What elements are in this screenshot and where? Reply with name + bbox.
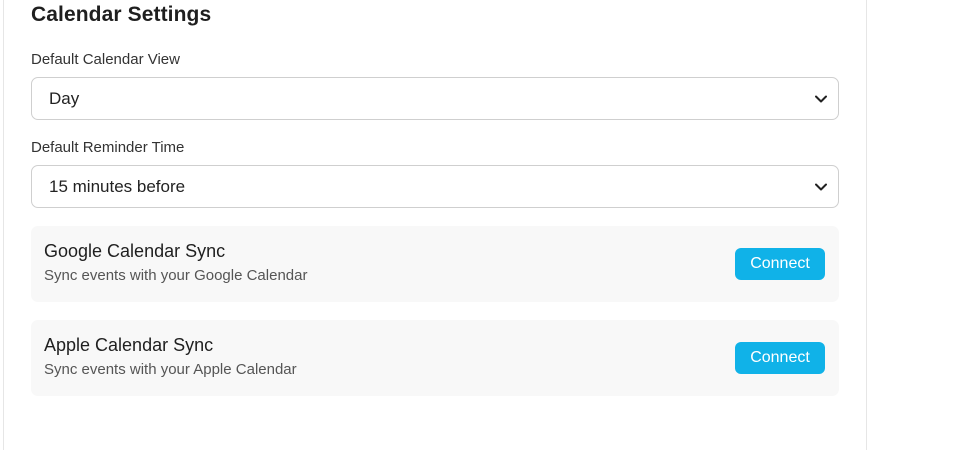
apple-sync-description: Sync events with your Apple Calendar [44, 361, 297, 378]
apple-connect-button[interactable]: Connect [735, 342, 825, 374]
google-connect-button[interactable]: Connect [735, 248, 825, 280]
apple-sync-title: Apple Calendar Sync [44, 335, 214, 355]
google-calendar-sync-card: Google Calendar Sync Sync events with yo… [31, 226, 839, 302]
apple-calendar-sync-card: Apple Calendar Sync Sync events with you… [31, 320, 839, 396]
default-view-label: Default Calendar View [31, 51, 180, 68]
google-sync-title: Google Calendar Sync [44, 241, 226, 261]
default-view-select[interactable]: Day [31, 77, 839, 120]
google-sync-description: Sync events with your Google Calendar [44, 267, 308, 284]
default-reminder-value: 15 minutes before [49, 176, 186, 196]
chevron-down-icon [814, 180, 828, 194]
chevron-down-icon [814, 92, 828, 106]
default-reminder-label: Default Reminder Time [31, 139, 185, 156]
section-title: Calendar Settings [31, 3, 212, 26]
default-view-value: Day [49, 88, 80, 108]
default-reminder-select[interactable]: 15 minutes before [31, 165, 839, 208]
